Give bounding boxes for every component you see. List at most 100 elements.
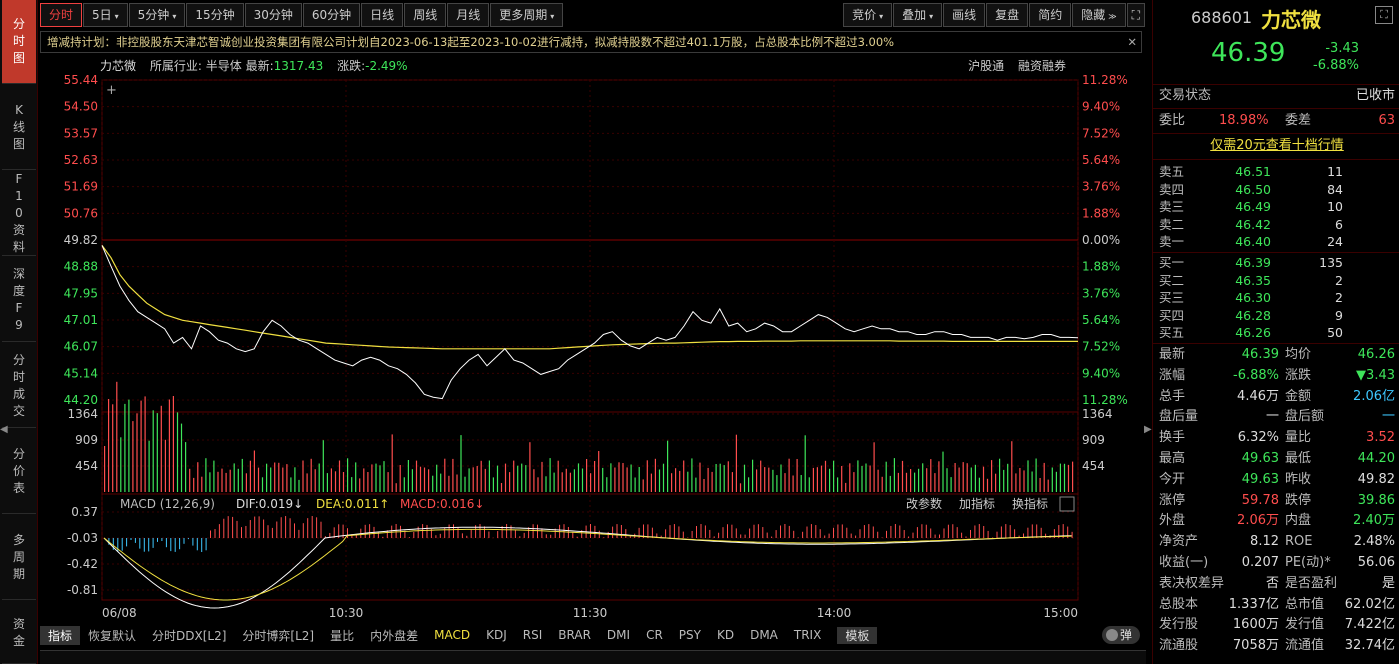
- volume-bar: [261, 477, 264, 492]
- order-volume: 50: [1327, 325, 1343, 340]
- period-tab[interactable]: 5日 ▾: [83, 3, 128, 27]
- collapse-right-icon[interactable]: ▶: [1144, 424, 1152, 448]
- indicator-tab[interactable]: TRIX: [786, 628, 829, 642]
- volume-bar: [440, 473, 442, 492]
- macd-histogram-bar: [934, 534, 936, 538]
- orderbook-row: 卖四 46.50 84: [1159, 181, 1395, 199]
- macd-histogram-bar: [289, 518, 291, 538]
- indicator-tab[interactable]: KDJ: [478, 628, 515, 642]
- pct-tick-label: 7.52%: [1082, 126, 1120, 140]
- toolbar-right-button[interactable]: 竞价 ▾: [843, 3, 893, 27]
- indicator-tab[interactable]: 量比: [322, 627, 362, 644]
- intraday-chart[interactable]: 55.44 11.28% 54.50 9.40% 53.57 7.52% 52.63 5.64…: [40, 72, 1144, 624]
- indicator-tab[interactable]: DMA: [742, 628, 786, 642]
- volume-bar: [869, 465, 871, 492]
- popup-toggle[interactable]: 弹: [1101, 626, 1140, 644]
- template-button[interactable]: 模板: [837, 626, 878, 644]
- indicator-tab[interactable]: PSY: [671, 628, 709, 642]
- period-tab[interactable]: 60分钟: [302, 3, 361, 27]
- industry-value[interactable]: 半导体: [206, 59, 242, 73]
- indicator-tab[interactable]: BRAR: [550, 628, 599, 642]
- left-nav-item[interactable]: K线图: [2, 86, 36, 170]
- toolbar-right-button[interactable]: 隐藏 ≫: [1072, 3, 1126, 27]
- indicator-tab[interactable]: 分时DDX[L2]: [144, 627, 234, 644]
- stat-value: 1600万: [1232, 617, 1279, 633]
- left-nav-item[interactable]: 深度F9: [2, 258, 36, 342]
- left-nav-item[interactable]: 多周期: [2, 516, 36, 600]
- stat-row: 总手 4.46万 金额 2.06亿: [1159, 387, 1395, 408]
- price-tick-label: 54.50: [64, 100, 98, 114]
- indicator-tab[interactable]: 内外盘差: [362, 627, 426, 644]
- macd-histogram-bar: [890, 525, 892, 538]
- toolbar-right-button[interactable]: 简约: [1029, 3, 1072, 27]
- indicator-tab[interactable]: 分时博弈[L2]: [234, 627, 322, 644]
- macd-action-link[interactable]: 改参数: [906, 496, 942, 511]
- macd-histogram-bar: [665, 529, 667, 539]
- period-tab-label: 60分钟: [311, 8, 352, 22]
- volume-bar: [359, 478, 361, 492]
- indicator-tab[interactable]: DMI: [599, 628, 638, 642]
- period-tab[interactable]: 周线: [404, 3, 447, 27]
- toolbar-right-button[interactable]: 叠加 ▾: [893, 3, 943, 27]
- macd-dif-line: [103, 526, 1072, 609]
- macd-histogram-bar: [810, 524, 812, 538]
- macd-action-link[interactable]: 加指标: [959, 496, 995, 511]
- volume-bar: [991, 460, 993, 492]
- order-volume: 10: [1327, 199, 1343, 214]
- fullscreen-icon[interactable]: ⛶: [1126, 3, 1145, 27]
- macd-dif: DIF:0.019↓: [236, 497, 303, 511]
- volume-bar: [282, 467, 284, 492]
- toolbar-right-button[interactable]: 画线: [943, 3, 986, 27]
- left-nav-item[interactable]: F10资料: [2, 172, 36, 256]
- expand-icon[interactable]: ⛶: [1375, 6, 1393, 24]
- period-tab[interactable]: 5分钟 ▾: [128, 3, 186, 27]
- period-tab[interactable]: 月线: [447, 3, 490, 27]
- margin-trading-link[interactable]: 融资融券: [1018, 59, 1066, 73]
- macd-action-link[interactable]: 换指标: [1012, 496, 1048, 511]
- stock-name: 力芯微: [100, 59, 137, 73]
- volume-bar: [914, 472, 916, 492]
- left-nav-item[interactable]: 分时图: [2, 0, 36, 84]
- pct-tick-label: 7.52%: [1082, 340, 1120, 354]
- promo-link[interactable]: 仅需20元查看十档行情: [1159, 136, 1395, 156]
- close-icon[interactable]: ✕: [1127, 32, 1137, 52]
- stat-value: 2.40万: [1353, 513, 1395, 529]
- stat-value: -6.88%: [1233, 367, 1279, 383]
- hk-connect-link[interactable]: 沪股通: [968, 59, 1004, 73]
- macd-histogram-bar: [1005, 524, 1007, 538]
- volume-bar: [1019, 468, 1021, 492]
- volume-bar: [302, 460, 304, 492]
- left-nav-item[interactable]: 分时成交: [2, 344, 36, 428]
- macd-histogram-bar: [258, 516, 260, 539]
- macd-histogram-bar: [280, 517, 282, 539]
- period-tab[interactable]: 15分钟: [186, 3, 244, 27]
- volume-bar: [1027, 460, 1029, 492]
- stat-value: 1.337亿: [1228, 596, 1279, 612]
- indicator-tab[interactable]: 指标: [40, 625, 81, 645]
- stat-value: 59.78: [1241, 492, 1279, 508]
- macd-histogram-bar: [903, 530, 905, 539]
- volume-bar: [1015, 473, 1017, 492]
- volume-bar: [610, 463, 612, 492]
- period-tab[interactable]: 日线: [361, 3, 404, 27]
- indicator-tab[interactable]: KD: [709, 628, 742, 642]
- period-tab[interactable]: 分时: [40, 3, 83, 27]
- indicator-tab[interactable]: MACD: [426, 628, 478, 642]
- volume-bar: [962, 462, 964, 492]
- toolbar-right-button[interactable]: 复盘: [986, 3, 1029, 27]
- volume-bar: [833, 460, 835, 492]
- left-nav-item[interactable]: 资金: [2, 602, 36, 664]
- period-tab[interactable]: 30分钟: [244, 3, 302, 27]
- indicator-tab[interactable]: 恢复默认: [80, 627, 144, 644]
- indicator-tab[interactable]: RSI: [515, 628, 551, 642]
- macd-histogram-bar: [921, 524, 923, 539]
- period-tab[interactable]: 更多周期 ▾: [490, 3, 564, 27]
- macd-histogram-bar: [780, 525, 781, 539]
- order-level-label: 卖一: [1159, 234, 1185, 249]
- macd-histogram-bar: [757, 524, 759, 539]
- collapse-left-icon[interactable]: ◀: [0, 424, 8, 448]
- order-level-label: 买五: [1159, 325, 1185, 340]
- left-nav-item[interactable]: 分价表: [2, 430, 36, 514]
- indicator-tab[interactable]: CR: [638, 628, 671, 642]
- macd-histogram-bar: [285, 516, 287, 539]
